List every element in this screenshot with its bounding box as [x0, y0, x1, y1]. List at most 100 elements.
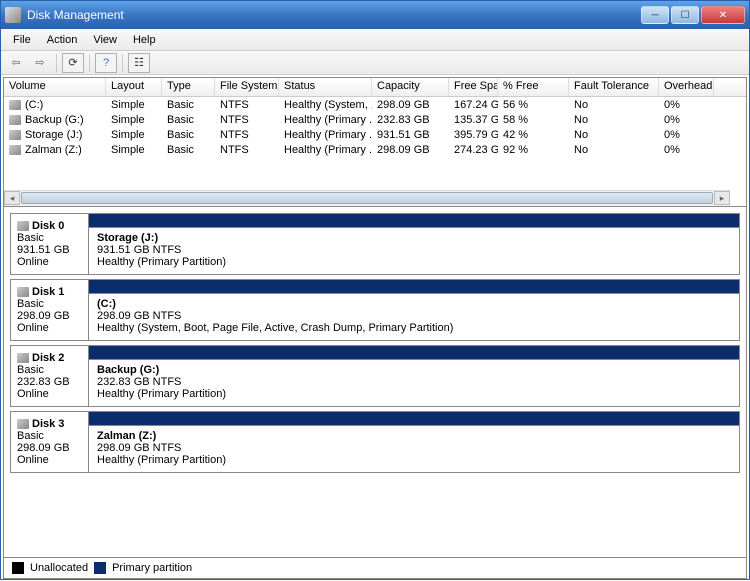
column-header-free[interactable]: Free Spa... — [449, 78, 498, 96]
column-header-fs[interactable]: File System — [215, 78, 279, 96]
legend-primary-icon — [94, 562, 106, 574]
disk-icon — [17, 419, 29, 429]
cell-pct: 56 % — [498, 99, 569, 111]
cell-pct: 92 % — [498, 144, 569, 156]
cell-fs: NTFS — [215, 144, 279, 156]
cell-fs: NTFS — [215, 114, 279, 126]
disk-header[interactable]: Disk 1Basic298.09 GBOnline — [11, 280, 89, 340]
cell-type: Basic — [162, 114, 215, 126]
cell-pct: 42 % — [498, 129, 569, 141]
legend-unallocated-label: Unallocated — [30, 562, 88, 574]
partition-color-bar — [89, 412, 739, 426]
cell-volume: Zalman (Z:) — [4, 144, 106, 156]
cell-status: Healthy (System, ... — [279, 99, 372, 111]
scroll-thumb[interactable] — [21, 192, 713, 204]
help-button[interactable]: ? — [95, 53, 117, 73]
disk-header[interactable]: Disk 3Basic298.09 GBOnline — [11, 412, 89, 472]
disk-row: Disk 2Basic232.83 GBOnlineBackup (G:)232… — [10, 345, 740, 407]
column-header-status[interactable]: Status — [279, 78, 372, 96]
volume-row[interactable]: Backup (G:)SimpleBasicNTFSHealthy (Prima… — [4, 112, 746, 127]
window-controls: ─ ☐ ✕ — [641, 6, 745, 24]
cell-capacity: 931.51 GB — [372, 129, 449, 141]
cell-type: Basic — [162, 144, 215, 156]
menu-action[interactable]: Action — [39, 32, 86, 48]
menu-file[interactable]: File — [5, 32, 39, 48]
column-header-overhead[interactable]: Overhead — [659, 78, 714, 96]
column-header-capacity[interactable]: Capacity — [372, 78, 449, 96]
legend-unallocated-icon — [12, 562, 24, 574]
menubar: File Action View Help — [1, 29, 749, 51]
partition-info: Storage (J:)931.51 GB NTFSHealthy (Prima… — [89, 228, 739, 274]
scroll-left-icon[interactable]: ◂ — [4, 191, 20, 205]
content-area: VolumeLayoutTypeFile SystemStatusCapacit… — [1, 75, 749, 581]
horizontal-scrollbar[interactable]: ◂ ▸ — [4, 190, 730, 206]
partition-color-bar — [89, 346, 739, 360]
cell-overhead: 0% — [659, 99, 714, 111]
cell-status: Healthy (Primary ... — [279, 114, 372, 126]
volume-row[interactable]: Zalman (Z:)SimpleBasicNTFSHealthy (Prima… — [4, 142, 746, 157]
maximize-button[interactable]: ☐ — [671, 6, 699, 24]
volume-row[interactable]: Storage (J:)SimpleBasicNTFSHealthy (Prim… — [4, 127, 746, 142]
minimize-button[interactable]: ─ — [641, 6, 669, 24]
cell-status: Healthy (Primary ... — [279, 129, 372, 141]
partition[interactable]: Storage (J:)931.51 GB NTFSHealthy (Prima… — [89, 214, 739, 274]
disk-type: Basic — [17, 232, 82, 244]
column-header-fault[interactable]: Fault Tolerance — [569, 78, 659, 96]
disk-header[interactable]: Disk 0Basic931.51 GBOnline — [11, 214, 89, 274]
cell-overhead: 0% — [659, 114, 714, 126]
column-header-pct[interactable]: % Free — [498, 78, 569, 96]
disk-state: Online — [17, 322, 82, 334]
cell-fault: No — [569, 129, 659, 141]
titlebar[interactable]: Disk Management ─ ☐ ✕ — [1, 1, 749, 29]
close-button[interactable]: ✕ — [701, 6, 745, 24]
disk-type: Basic — [17, 364, 82, 376]
disk-row: Disk 0Basic931.51 GBOnlineStorage (J:)93… — [10, 213, 740, 275]
disk-size: 232.83 GB — [17, 376, 82, 388]
disk-size: 931.51 GB — [17, 244, 82, 256]
app-icon — [5, 7, 21, 23]
cell-volume: (C:) — [4, 99, 106, 111]
settings-button[interactable]: ☷ — [128, 53, 150, 73]
disk-graphical-view: Disk 0Basic931.51 GBOnlineStorage (J:)93… — [3, 207, 747, 558]
partition-name: (C:) — [97, 298, 731, 310]
disk-icon — [17, 221, 29, 231]
column-header-layout[interactable]: Layout — [106, 78, 162, 96]
disk-type: Basic — [17, 430, 82, 442]
cell-pct: 58 % — [498, 114, 569, 126]
cell-capacity: 232.83 GB — [372, 114, 449, 126]
disk-name: Disk 3 — [32, 418, 64, 430]
legend-primary-label: Primary partition — [112, 562, 192, 574]
partition[interactable]: Zalman (Z:)298.09 GB NTFSHealthy (Primar… — [89, 412, 739, 472]
disk-state: Online — [17, 256, 82, 268]
cell-type: Basic — [162, 129, 215, 141]
partition[interactable]: (C:)298.09 GB NTFSHealthy (System, Boot,… — [89, 280, 739, 340]
refresh-button[interactable]: ⟳ — [62, 53, 84, 73]
disk-size: 298.09 GB — [17, 310, 82, 322]
toolbar: ⇦ ⇨ ⟳ ? ☷ — [1, 51, 749, 75]
disk-name: Disk 1 — [32, 286, 64, 298]
menu-help[interactable]: Help — [125, 32, 164, 48]
partition-info: (C:)298.09 GB NTFSHealthy (System, Boot,… — [89, 294, 739, 340]
partition[interactable]: Backup (G:)232.83 GB NTFSHealthy (Primar… — [89, 346, 739, 406]
cell-layout: Simple — [106, 114, 162, 126]
back-button[interactable]: ⇦ — [5, 53, 27, 73]
column-headers: VolumeLayoutTypeFile SystemStatusCapacit… — [4, 78, 746, 97]
cell-status: Healthy (Primary ... — [279, 144, 372, 156]
scroll-right-icon[interactable]: ▸ — [714, 191, 730, 205]
legend: Unallocated Primary partition — [3, 558, 747, 579]
menu-view[interactable]: View — [85, 32, 125, 48]
volume-row[interactable]: (C:)SimpleBasicNTFSHealthy (System, ...2… — [4, 97, 746, 112]
column-header-volume[interactable]: Volume — [4, 78, 106, 96]
forward-button[interactable]: ⇨ — [29, 53, 51, 73]
partition-health: Healthy (Primary Partition) — [97, 388, 731, 400]
cell-overhead: 0% — [659, 144, 714, 156]
cell-fault: No — [569, 114, 659, 126]
window-title: Disk Management — [27, 8, 641, 22]
partition-detail: 298.09 GB NTFS — [97, 310, 731, 322]
cell-layout: Simple — [106, 99, 162, 111]
column-header-type[interactable]: Type — [162, 78, 215, 96]
partition-detail: 298.09 GB NTFS — [97, 442, 731, 454]
disk-row: Disk 1Basic298.09 GBOnline (C:)298.09 GB… — [10, 279, 740, 341]
disk-header[interactable]: Disk 2Basic232.83 GBOnline — [11, 346, 89, 406]
disk-row: Disk 3Basic298.09 GBOnlineZalman (Z:)298… — [10, 411, 740, 473]
